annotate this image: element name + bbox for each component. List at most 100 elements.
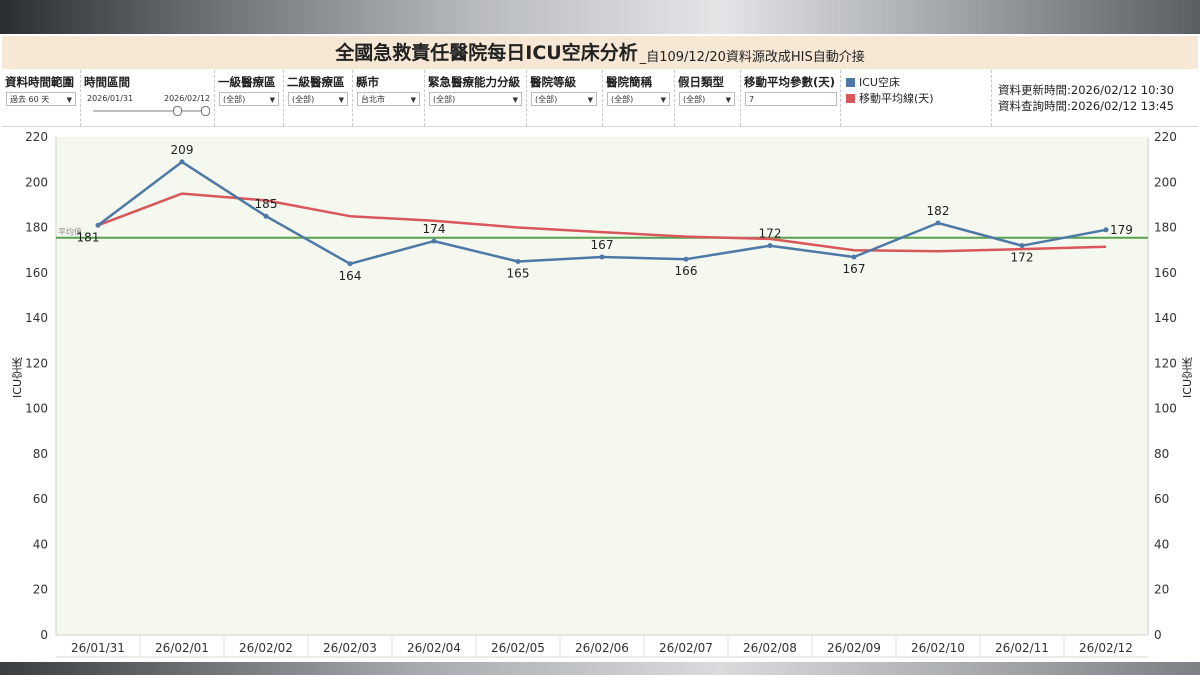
filter-city: 縣市 台北市 ▼ [353, 70, 425, 126]
filter-label: 緊急醫療能力分級 [428, 75, 520, 89]
dropdown-arrow-icon: ▼ [725, 96, 731, 104]
y-tick-label-right: 220 [1154, 130, 1177, 144]
icu-data-point [179, 159, 185, 165]
icu-data-label: 167 [591, 238, 614, 252]
filter-label: 二級醫療區 [287, 75, 345, 89]
filter-label: 醫院簡稱 [606, 75, 652, 89]
x-tick-label: 26/02/07 [659, 641, 713, 655]
icu-data-label: 164 [339, 269, 362, 283]
icu-data-label: 174 [423, 222, 446, 236]
filter-capacity: 緊急醫療能力分級 (全部) ▼ [425, 70, 527, 126]
icu-data-point [1103, 227, 1109, 233]
x-tick-label: 26/02/01 [155, 641, 209, 655]
x-tick-label: 26/02/04 [407, 641, 461, 655]
dropdown-arrow-icon: ▼ [587, 96, 593, 104]
holiday-select[interactable]: (全部) ▼ [679, 92, 735, 106]
icu-data-label: 185 [255, 197, 278, 211]
dropdown-arrow-icon: ▼ [410, 96, 416, 104]
y-tick-label-left: 180 [25, 221, 48, 235]
icu-data-point [1019, 243, 1025, 249]
y-tick-label-right: 20 [1154, 583, 1169, 597]
x-tick-label: 26/02/06 [575, 641, 629, 655]
filter-label: 縣市 [356, 75, 379, 89]
icu-data-point [431, 238, 437, 244]
filter-hospital: 醫院簡稱 (全部) ▼ [603, 70, 675, 126]
x-tick-label: 26/02/03 [323, 641, 377, 655]
y-tick-label-right: 0 [1154, 628, 1162, 642]
region1-select[interactable]: (全部) ▼ [219, 92, 279, 106]
interval-slider-end-handle[interactable] [201, 106, 210, 116]
y-tick-label-left: 40 [33, 537, 48, 551]
filter-time-range: 資料時間範圍 過去 60 天 ▼ [2, 70, 81, 126]
filter-interval: 時間區間 2026/01/31 2026/02/12 [81, 70, 215, 126]
x-tick-label: 26/02/10 [911, 641, 965, 655]
y-tick-label-left: 60 [33, 492, 48, 506]
y-tick-label-right: 40 [1154, 537, 1169, 551]
y-tick-label-left: 100 [25, 402, 48, 416]
y-tick-label-left: 0 [40, 628, 48, 642]
icu-data-label: 179 [1110, 223, 1133, 237]
interval-start: 2026/01/31 [87, 94, 134, 103]
legend: ICU空床 移動平均線(天) [841, 70, 992, 126]
legend-item-icu: ICU空床 [846, 74, 900, 90]
icu-data-label: 182 [927, 204, 950, 218]
icu-data-point [935, 220, 941, 226]
x-tick-label: 26/02/08 [743, 641, 797, 655]
interval-slider-track[interactable] [93, 110, 205, 112]
icu-line-chart: 0 0 20 20 40 40 60 60 80 80 100 100 120 120 140 140 160 1… [25, 130, 1177, 658]
dropdown-arrow-icon: ▼ [269, 96, 275, 104]
legend-swatch [846, 94, 855, 103]
y-tick-label-right: 140 [1154, 311, 1177, 325]
y-tick-label-left: 120 [25, 356, 48, 370]
time-range-select[interactable]: 過去 60 天 ▼ [6, 92, 76, 106]
y-axis-title-right: ICU空床 [1181, 357, 1194, 398]
legend-item-ma: 移動平均線(天) [846, 90, 934, 106]
region2-select[interactable]: (全部) ▼ [288, 92, 348, 106]
query-time: 資料查詢時間:2026/02/12 13:45 [998, 99, 1174, 113]
icu-data-label: 167 [843, 262, 866, 276]
dropdown-arrow-icon: ▼ [66, 96, 72, 104]
plot-background [56, 137, 1148, 635]
page-subtitle: _自109/12/20資料源改成HIS自動介接 [639, 50, 865, 65]
y-tick-label-left: 160 [25, 266, 48, 280]
x-tick-label: 26/02/11 [995, 641, 1049, 655]
moving-average-input[interactable]: 7 [745, 92, 837, 106]
data-timestamps: 資料更新時間:2026/02/12 10:30 資料查詢時間:2026/02/1… [992, 70, 1198, 126]
x-tick-label: 26/02/05 [491, 641, 545, 655]
filter-holiday: 假日類型 (全部) ▼ [675, 70, 741, 126]
hospital-select[interactable]: (全部) ▼ [607, 92, 670, 106]
dropdown-arrow-icon: ▼ [660, 96, 666, 104]
y-tick-label-right: 160 [1154, 266, 1177, 280]
y-tick-label-left: 200 [25, 175, 48, 189]
interval-end: 2026/02/12 [164, 94, 211, 103]
photo-bottom-strip [0, 662, 1200, 675]
x-tick-label: 26/01/31 [71, 641, 125, 655]
icu-data-label: 165 [507, 267, 530, 281]
filter-label: 時間區間 [84, 75, 130, 89]
x-tick-label: 26/02/02 [239, 641, 293, 655]
icu-data-point [347, 261, 353, 267]
icu-data-label: 181 [77, 230, 100, 244]
y-tick-label-left: 140 [25, 311, 48, 325]
capacity-select[interactable]: (全部) ▼ [429, 92, 522, 106]
y-tick-label-right: 100 [1154, 402, 1177, 416]
x-tick-label: 26/02/09 [827, 641, 881, 655]
icu-data-point [683, 256, 689, 262]
photo-top-strip [0, 0, 1200, 34]
update-time: 資料更新時間:2026/02/12 10:30 [998, 83, 1174, 97]
filter-region1: 一級醫療區 (全部) ▼ [215, 70, 284, 126]
interval-slider-start-handle[interactable] [173, 106, 182, 116]
y-tick-label-right: 60 [1154, 492, 1169, 506]
icu-data-label: 166 [675, 264, 698, 278]
filter-label: 一級醫療區 [218, 75, 276, 89]
icu-data-point [515, 259, 521, 264]
icu-data-point [599, 254, 605, 260]
y-tick-label-right: 180 [1154, 221, 1177, 235]
y-tick-label-right: 120 [1154, 356, 1177, 370]
icu-data-point [263, 213, 269, 219]
filter-label: 移動平均參數(天) [744, 75, 836, 89]
dropdown-arrow-icon: ▼ [512, 96, 518, 104]
level-select[interactable]: (全部) ▼ [531, 92, 597, 106]
y-tick-label-right: 80 [1154, 447, 1169, 461]
city-select[interactable]: 台北市 ▼ [357, 92, 420, 106]
